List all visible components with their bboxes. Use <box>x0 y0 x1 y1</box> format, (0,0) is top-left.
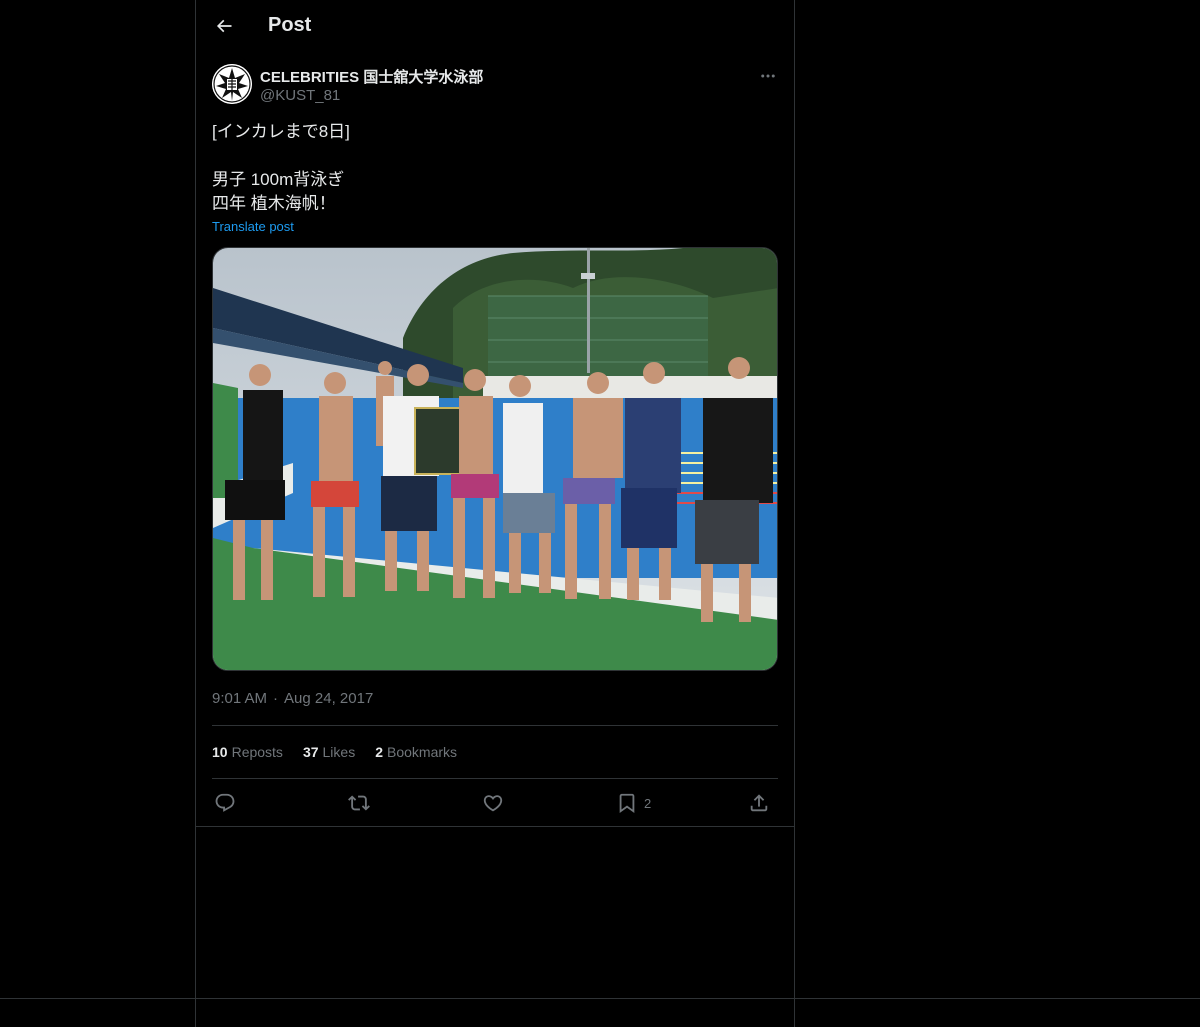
post-line: 男子 100m背泳ぎ <box>212 170 345 189</box>
author-handle[interactable]: @KUST_81 <box>260 87 340 104</box>
bottom-divider <box>0 998 1200 999</box>
post-timestamp[interactable]: 9:01 AM · Aug 24, 2017 <box>212 690 373 707</box>
reposts-count: 10 <box>212 744 228 760</box>
reply-button[interactable] <box>214 786 236 820</box>
post-text: [インカレまで8日] 男子 100m背泳ぎ 四年 植木海帆！ <box>212 120 778 216</box>
divider <box>212 725 778 726</box>
divider <box>212 778 778 779</box>
bookmarks-label: Bookmarks <box>387 744 458 760</box>
bookmark-count: 2 <box>644 795 652 811</box>
bookmark-icon <box>619 793 635 814</box>
bookmarks-stat[interactable]: 2 Bookmarks <box>375 744 457 760</box>
like-button[interactable] <box>482 786 504 820</box>
post-time: 9:01 AM <box>212 690 268 707</box>
arrow-left-icon <box>216 19 232 33</box>
post-photo[interactable] <box>212 247 778 671</box>
translate-post-link[interactable]: Translate post <box>212 219 294 234</box>
share-button[interactable] <box>748 786 770 820</box>
likes-stat[interactable]: 37 Likes <box>303 744 355 760</box>
author-name[interactable]: CELEBRITIES 国士舘大学水泳部 <box>260 66 483 87</box>
timestamp-separator: · <box>273 690 279 707</box>
club-logo-avatar <box>212 64 252 104</box>
more-horizontal-icon <box>761 74 775 78</box>
post-column: Post CELEBRITIES 国士舘大学水泳部 @KUST_81 [インカレ… <box>195 0 795 1027</box>
post-date: Aug 24, 2017 <box>284 690 374 707</box>
page-header: Post <box>196 0 794 54</box>
share-icon <box>750 794 768 812</box>
action-bar: 2 <box>212 786 778 820</box>
post-line <box>212 144 778 168</box>
heart-icon <box>483 795 503 812</box>
likes-label: Likes <box>322 744 356 760</box>
bookmarks-count: 2 <box>375 744 383 760</box>
reposts-label: Reposts <box>231 744 283 760</box>
repost-button[interactable] <box>348 786 370 820</box>
post-line: [インカレまで8日] <box>212 122 350 141</box>
photo-image <box>213 248 777 670</box>
divider <box>196 826 794 827</box>
reposts-stat[interactable]: 10 Reposts <box>212 744 283 760</box>
avatar[interactable] <box>212 64 252 104</box>
reply-icon <box>215 793 235 812</box>
post-line: 四年 植木海帆！ <box>212 194 336 213</box>
back-button[interactable] <box>208 10 240 42</box>
more-options-button[interactable] <box>756 64 780 88</box>
page-title: Post <box>268 14 312 36</box>
likes-count: 37 <box>302 744 319 760</box>
bookmark-button[interactable]: 2 <box>616 786 651 820</box>
engagement-stats: 10 Reposts 37 Likes 2 Bookmarks <box>212 744 457 760</box>
repost-icon <box>348 795 370 811</box>
